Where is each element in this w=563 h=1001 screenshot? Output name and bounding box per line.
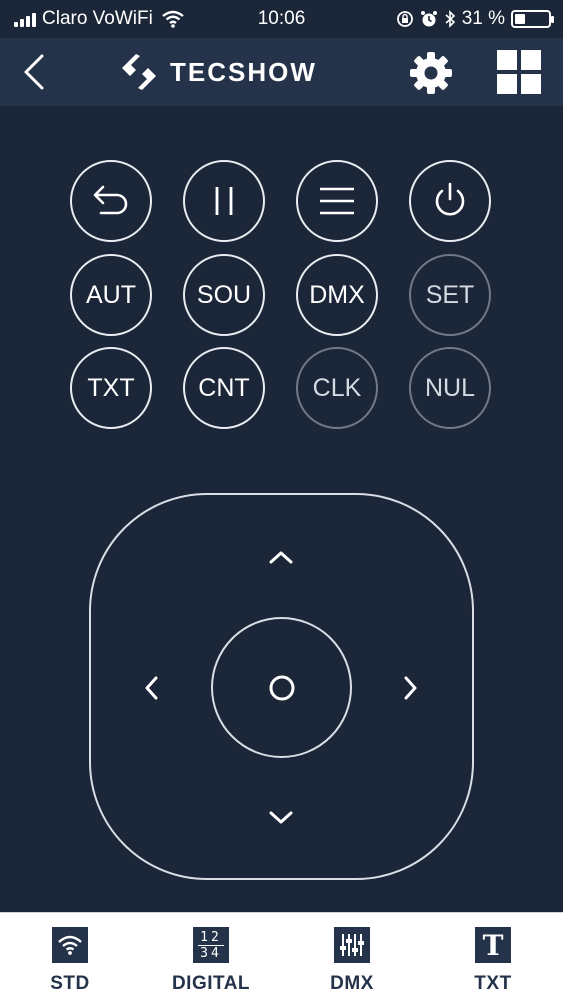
brand: TECSHOW	[118, 52, 317, 92]
wifi-icon	[52, 927, 88, 963]
txt-button[interactable]: TXT	[70, 347, 152, 429]
settings-button[interactable]	[408, 50, 454, 96]
bluetooth-icon	[445, 10, 455, 28]
pause-button[interactable]	[183, 160, 265, 242]
tab-dmx-label: DMX	[330, 973, 374, 994]
tab-txt-label: TXT	[474, 973, 512, 994]
pause-icon	[215, 187, 233, 215]
digit-1: 1	[200, 929, 211, 945]
gear-icon	[410, 52, 452, 94]
status-right: 31 %	[396, 8, 554, 30]
dpad-left-button[interactable]	[131, 668, 171, 708]
battery-percent: 31 %	[461, 8, 505, 29]
digits-icon: 12 34	[193, 927, 229, 963]
dmx-button[interactable]: DMX	[296, 254, 378, 336]
digit-2: 2	[211, 929, 222, 945]
dpad-down-button[interactable]	[261, 798, 301, 838]
bottom-tab-bar: STD 12 34 DIGITAL DMX T TXT	[0, 912, 563, 1001]
cnt-button[interactable]: CNT	[183, 347, 265, 429]
text-icon: T	[475, 927, 511, 963]
tecshow-logo-icon	[122, 54, 156, 90]
tab-dmx[interactable]: DMX	[292, 927, 412, 995]
layout-grid-button[interactable]	[497, 50, 541, 94]
digit-3: 3	[200, 945, 211, 961]
digit-4: 4	[211, 945, 222, 961]
clk-button[interactable]: CLK	[296, 347, 378, 429]
battery-level	[515, 14, 525, 24]
dpad-up-button[interactable]	[261, 537, 301, 577]
return-button[interactable]	[70, 160, 152, 242]
dpad-ok-button[interactable]	[211, 617, 352, 758]
tab-std[interactable]: STD	[10, 927, 130, 995]
return-arrow-icon	[93, 185, 128, 215]
circle-ok-icon	[269, 675, 294, 700]
tab-std-label: STD	[50, 973, 90, 994]
app-header: TECSHOW	[0, 38, 563, 106]
chevron-up-icon	[269, 551, 293, 564]
chevron-right-icon	[404, 676, 417, 700]
chevron-left-icon	[145, 676, 158, 700]
battery-icon	[511, 10, 554, 28]
status-bar: Claro VoWiFi 10:06 31 %	[0, 0, 563, 38]
back-button[interactable]	[18, 52, 54, 92]
tab-digital-label: DIGITAL	[171, 973, 251, 994]
sliders-icon	[334, 927, 370, 963]
power-icon	[435, 182, 465, 216]
chevron-left-icon	[24, 54, 44, 90]
aut-button[interactable]: AUT	[70, 254, 152, 336]
rotation-lock-icon	[396, 11, 413, 27]
tab-txt[interactable]: T TXT	[433, 927, 553, 995]
set-button[interactable]: SET	[409, 254, 491, 336]
nul-button[interactable]: NUL	[409, 347, 491, 429]
menu-button[interactable]	[296, 160, 378, 242]
sou-button[interactable]: SOU	[183, 254, 265, 336]
text-icon-glyph: T	[482, 928, 504, 962]
dpad-right-button[interactable]	[391, 668, 431, 708]
power-button[interactable]	[409, 160, 491, 242]
grid-icon	[497, 50, 541, 94]
tab-digital[interactable]: 12 34 DIGITAL	[151, 927, 271, 995]
brand-name: TECSHOW	[170, 56, 317, 87]
alarm-icon	[420, 11, 437, 27]
chevron-down-icon	[269, 811, 293, 824]
menu-icon	[320, 187, 354, 215]
